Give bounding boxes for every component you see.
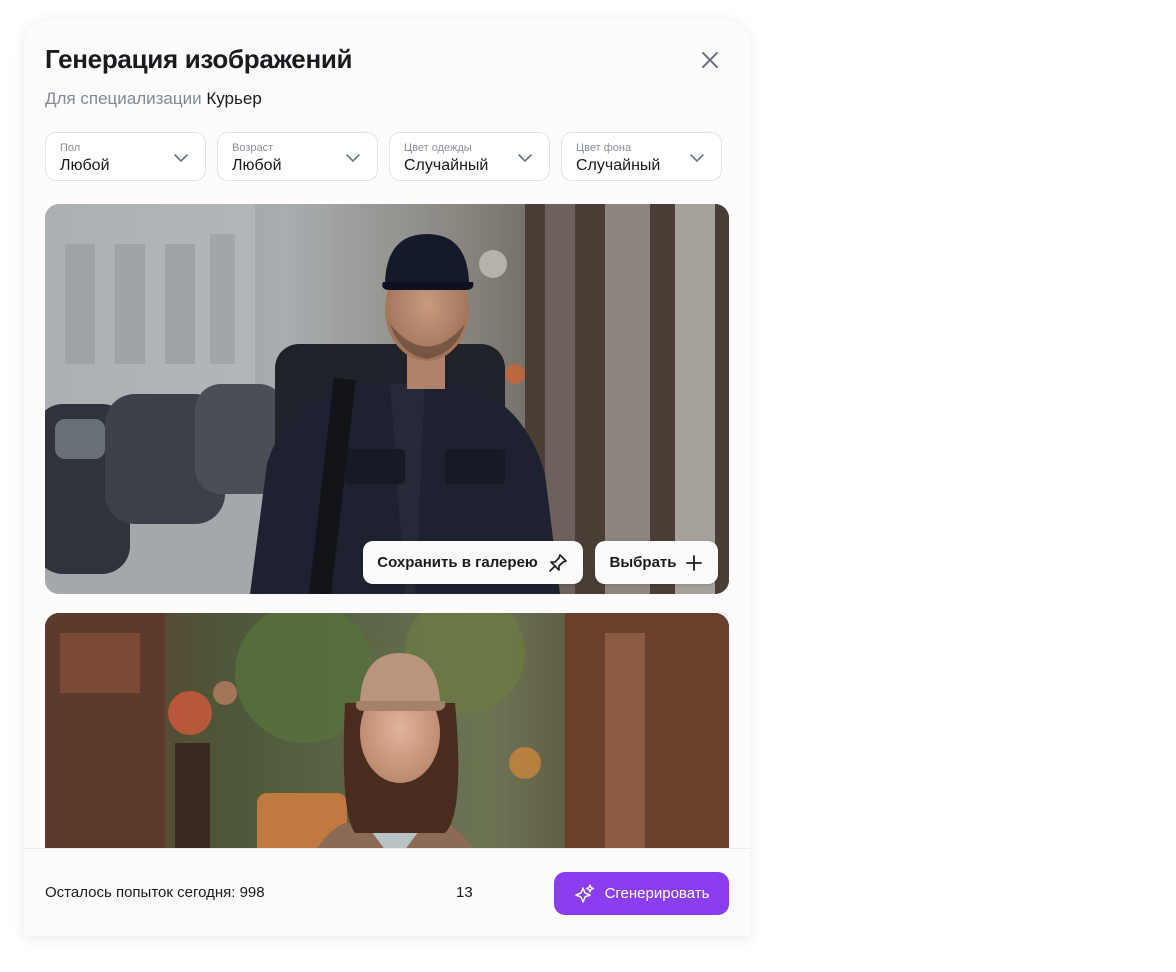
select-image-button[interactable]: Выбрать — [595, 541, 718, 584]
filter-background-color[interactable]: Цвет фона Случайный — [561, 132, 722, 181]
filter-label: Цвет фона — [576, 142, 632, 154]
specialization-line: Для специализации Курьер — [45, 89, 262, 109]
filter-clothing-color[interactable]: Цвет одежды Случайный — [389, 132, 550, 181]
chevron-down-icon — [346, 154, 360, 162]
sparkle-icon — [574, 883, 594, 903]
select-image-label: Выбрать — [609, 554, 677, 571]
filter-age[interactable]: Возраст Любой — [217, 132, 378, 181]
image-generation-modal: Генерация изображений Для специализации … — [24, 20, 750, 936]
pin-icon — [548, 553, 567, 572]
generated-image-card[interactable]: Сохранить в галерею Выбрать — [45, 204, 729, 594]
modal-title: Генерация изображений — [45, 44, 353, 74]
chevron-down-icon — [518, 154, 532, 162]
specialization-value: Курьер — [206, 89, 262, 108]
filter-label: Цвет одежды — [404, 142, 472, 154]
image-count: 13 — [456, 884, 473, 901]
chevron-down-icon — [174, 154, 188, 162]
modal-footer: Осталось попыток сегодня: 998 13 Сгенери… — [24, 848, 750, 936]
filter-gender[interactable]: Пол Любой — [45, 132, 206, 181]
specialization-prefix: Для специализации — [45, 89, 202, 108]
close-button[interactable] — [697, 47, 723, 73]
filter-value: Случайный — [576, 157, 661, 174]
filter-value: Любой — [60, 157, 110, 174]
plus-icon — [686, 554, 703, 571]
close-icon — [702, 52, 718, 68]
filter-bar: Пол Любой Возраст Любой Цвет одежды Случ… — [45, 132, 722, 181]
save-to-gallery-button[interactable]: Сохранить в галерею — [363, 541, 583, 584]
filter-value: Любой — [232, 157, 282, 174]
attempts-remaining: Осталось попыток сегодня: 998 — [45, 884, 265, 901]
filter-label: Возраст — [232, 142, 274, 154]
filter-label: Пол — [60, 142, 81, 154]
filter-value: Случайный — [404, 157, 489, 174]
generate-label: Сгенерировать — [604, 885, 710, 902]
generated-image-courier-man — [45, 204, 729, 594]
save-to-gallery-label: Сохранить в галерею — [377, 554, 538, 571]
chevron-down-icon — [690, 154, 704, 162]
generate-button[interactable]: Сгенерировать — [554, 872, 729, 915]
